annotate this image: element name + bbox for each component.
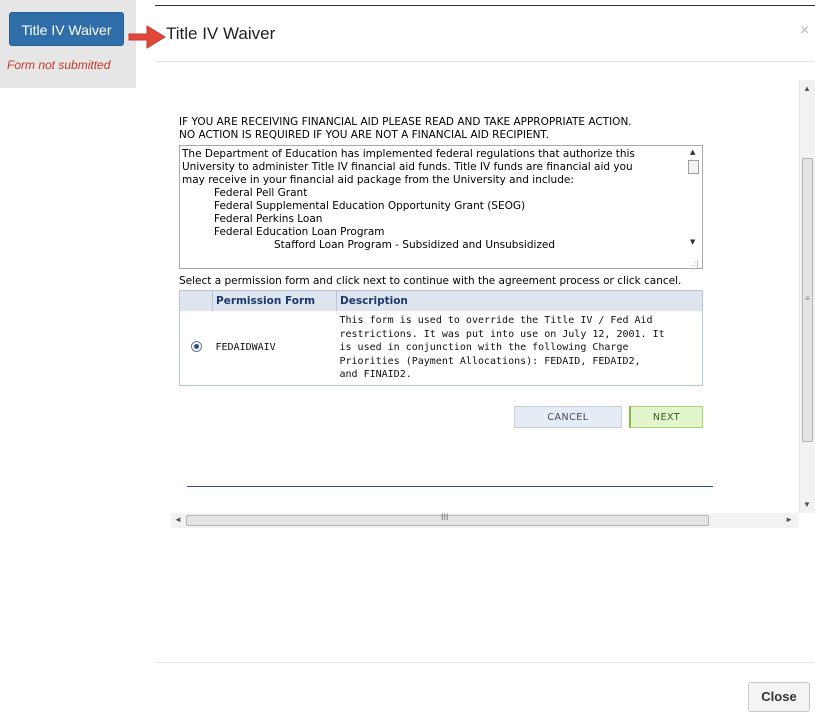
terms-intro-line: The Department of Education has implemen… <box>182 148 635 160</box>
notice-line-1: IF YOU ARE RECEIVING FINANCIAL AID PLEAS… <box>179 116 632 128</box>
title-iv-waiver-button[interactable]: Title IV Waiver <box>9 12 124 46</box>
scroll-left-icon[interactable]: ◄ <box>174 515 182 524</box>
scroll-grip-icon: III <box>441 512 449 522</box>
modal-close-icon[interactable]: × <box>800 22 809 40</box>
scroll-down-icon[interactable]: ▼ <box>803 500 811 509</box>
table-cell-radio[interactable] <box>180 311 213 385</box>
launcher-panel: Title IV Waiver Form not submitted <box>0 0 136 88</box>
description-line: and FINAID2. <box>339 369 412 380</box>
modal-header-divider <box>155 61 815 62</box>
terms-scrollbar[interactable]: ▲ ▼ .:| <box>686 146 702 268</box>
terms-list-item: Federal Education Loan Program <box>214 226 385 238</box>
frame-horizontal-scrollbar[interactable]: ◄ III ► <box>171 512 799 528</box>
frame-vertical-scrollbar[interactable]: ▲ ≡ ▼ <box>799 80 815 513</box>
horizontal-scroll-thumb[interactable]: III <box>186 512 709 526</box>
terms-list-item: Federal Supplemental Education Opportuni… <box>214 200 526 212</box>
permission-table: Permission Form Description FEDAIDWAIV T… <box>179 290 703 386</box>
scroll-up-icon[interactable]: ▲ <box>803 84 811 93</box>
terms-intro-line: may receive in your financial aid packag… <box>182 174 574 186</box>
action-buttons: CANCEL NEXT <box>179 405 709 446</box>
description-line: is used in conjunction with the followin… <box>339 342 629 353</box>
modal-footer-divider <box>155 662 815 663</box>
resize-grip-icon[interactable]: .:| <box>691 259 699 268</box>
table-cell-description: This form is used to override the Title … <box>337 311 703 385</box>
terms-list-subitem: Stafford Loan Program - Subsidized and U… <box>274 239 556 251</box>
waiver-content: IF YOU ARE RECEIVING FINANCIAL AID PLEAS… <box>179 116 709 446</box>
form-status-text: Form not submitted <box>7 58 111 72</box>
terms-scroll-thumb[interactable] <box>688 160 699 174</box>
table-header-radio <box>179 290 213 311</box>
terms-textarea[interactable]: The Department of Education has implemen… <box>179 145 703 269</box>
select-instructions: Select a permission form and click next … <box>179 275 682 287</box>
pointer-arrow-icon <box>128 25 166 49</box>
cancel-button[interactable]: CANCEL <box>514 405 622 428</box>
notice-text: IF YOU ARE RECEIVING FINANCIAL AID PLEAS… <box>179 116 709 142</box>
terms-intro-line: University to administer Title IV financ… <box>182 161 633 173</box>
table-cell-form: FEDAIDWAIV <box>215 342 276 354</box>
scroll-right-icon[interactable]: ► <box>785 515 793 524</box>
vertical-scroll-thumb[interactable]: ≡ <box>802 158 813 442</box>
notice-line-2: NO ACTION IS REQUIRED IF YOU ARE NOT A F… <box>179 129 549 141</box>
next-button[interactable]: NEXT <box>629 405 703 428</box>
scroll-up-icon[interactable]: ▲ <box>690 148 695 156</box>
description-line: restrictions. It was put into use on Jul… <box>339 328 665 340</box>
terms-text: The Department of Education has implemen… <box>182 148 682 252</box>
modal-title: Title IV Waiver <box>166 24 276 43</box>
table-header-row: Permission Form Description <box>179 290 703 311</box>
close-button[interactable]: Close <box>748 682 810 712</box>
terms-list-item: Federal Perkins Loan <box>214 213 323 225</box>
terms-list-item: Federal Pell Grant <box>214 187 308 199</box>
fedaidwaiv-radio[interactable] <box>190 340 202 352</box>
table-header-description: Description <box>336 290 703 311</box>
table-row[interactable]: FEDAIDWAIV This form is used to override… <box>180 311 703 385</box>
description-line: This form is used to override the Title … <box>339 315 653 326</box>
waiver-frame: IF YOU ARE RECEIVING FINANCIAL AID PLEAS… <box>171 80 815 528</box>
scroll-grip-icon: ≡ <box>805 294 810 303</box>
modal-top-border <box>155 5 815 6</box>
description-line: Priorities (Payment Allocations): FEDAID… <box>339 355 641 367</box>
scroll-down-icon[interactable]: ▼ <box>690 238 695 246</box>
table-header-form: Permission Form <box>212 290 337 311</box>
frame-divider <box>187 486 713 487</box>
